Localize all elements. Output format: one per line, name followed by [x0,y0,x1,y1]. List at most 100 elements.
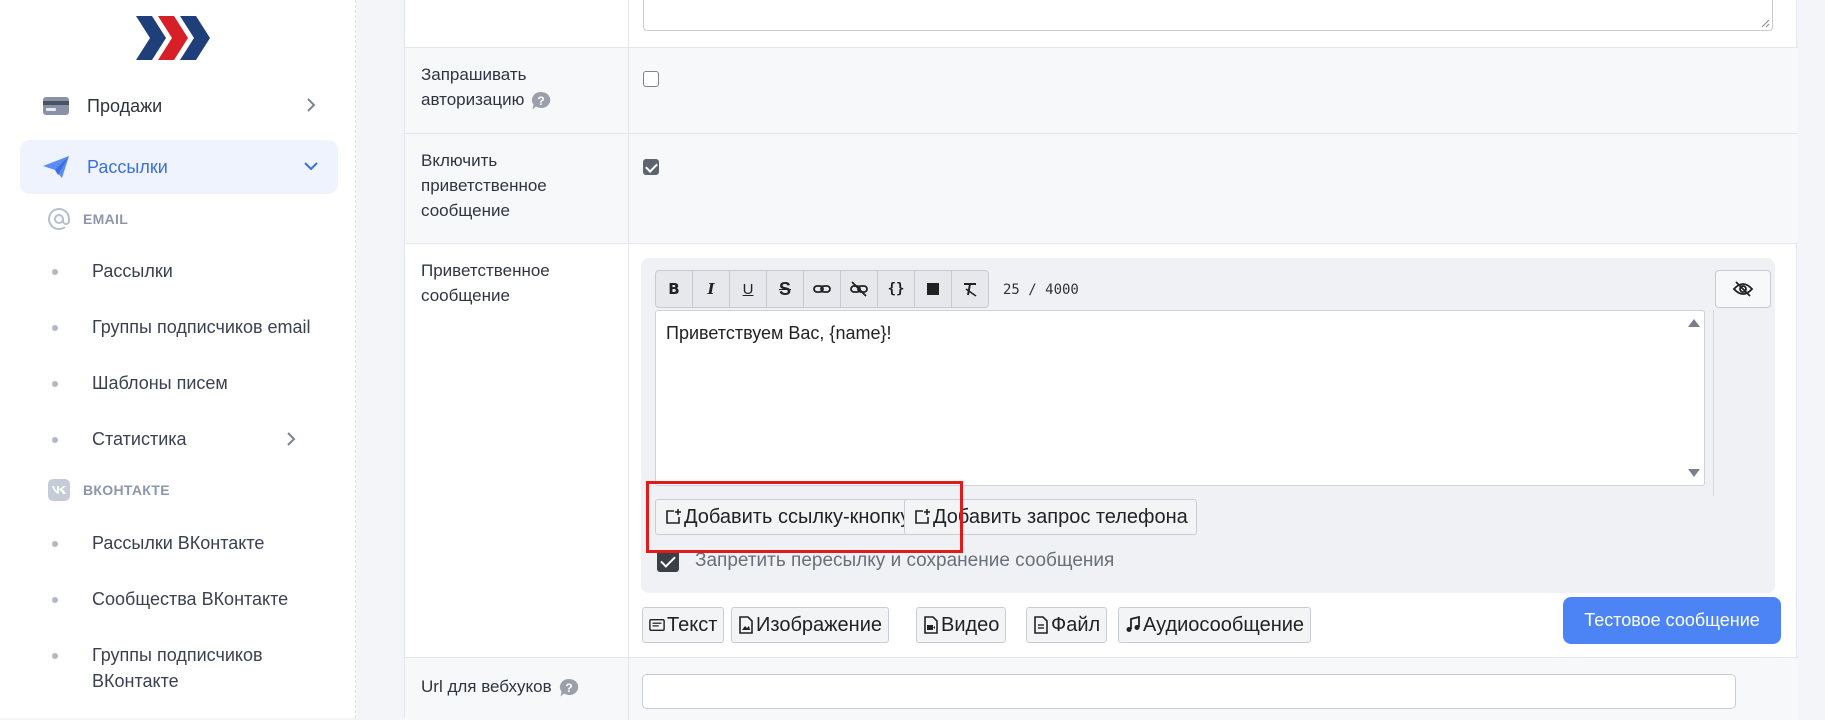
credit-card-icon [43,97,69,115]
italic-button[interactable]: I [692,270,730,308]
nav-item-sales[interactable]: Продажи [20,79,338,133]
code-button[interactable]: {} [877,270,915,308]
form-row-welcome-enable: Включить приветственное сообщение [405,134,1798,244]
welcome-enable-label: Включить приветственное сообщение [421,151,547,220]
sidebar-item-label: Шаблоны писем [92,373,228,393]
bullet [52,437,58,443]
nav-item-mailings[interactable]: Рассылки [20,140,338,194]
ask-auth-label: Запрашивать авторизацию [421,65,527,109]
test-message-button[interactable]: Тестовое сообщение [1563,597,1781,644]
char-counter: 25 / 4000 [1003,282,1079,298]
label-cell: Приветственное сообщение [405,244,629,657]
label-cell: Url для вебхуков ? [405,658,629,720]
button-label: Аудиосообщение [1143,613,1305,636]
welcome-message-label: Приветственное сообщение [421,261,550,305]
previous-textarea[interactable] [643,0,1773,31]
svg-text:?: ? [565,681,572,695]
type-audio-button[interactable]: Аудиосообщение [1118,607,1312,643]
link-button[interactable] [803,270,841,308]
underline-icon: U [742,280,754,298]
unlink-button[interactable] [840,270,878,308]
sidebar-item-label: Группы подписчиков email [92,317,311,337]
button-label: Видео [941,613,1000,636]
clear-format-icon [964,283,977,297]
message-textarea[interactable]: Приветствуем Вас, {name}! [655,310,1705,486]
preview-toggle-button[interactable] [1715,270,1771,308]
button-label: Добавить запрос телефона [933,505,1188,528]
video-file-icon [924,616,938,634]
sidebar: Продажи Рассылки EMAIL Рассылки Группы п… [0,0,356,718]
bullet [52,269,58,275]
form-row-ask-auth: Запрашивать авторизацию ? [405,48,1798,134]
link-icon [813,285,831,293]
text-icon [649,618,665,632]
editor-toolbar: B I U S {} [655,270,989,308]
underline-button[interactable]: U [729,270,767,308]
forbid-forward-label: Запретить пересылку и сохранение сообщен… [695,550,1115,571]
webhook-label: Url для вебхуков [421,677,552,696]
sidebar-item-label: Группы подписчиков ВКонтакте [92,645,263,691]
block-icon [927,283,939,295]
help-icon[interactable]: ? [558,677,580,699]
label-cell [405,0,629,47]
section-label: ВКОНТАКТЕ [83,482,170,498]
logo[interactable] [136,16,216,60]
button-label: Файл [1051,613,1101,636]
strikethrough-icon: S [778,278,791,299]
form-row-welcome-message: Приветственное сообщение B I U S {} 25 /… [405,244,1798,658]
code-icon: {} [887,281,905,297]
message-text: Приветствуем Вас, {name}! [666,323,892,343]
label-cell: Запрашивать авторизацию ? [405,48,629,133]
bullet [52,325,58,331]
forbid-forward-option[interactable]: Запретить пересылку и сохранение сообщен… [657,550,1114,572]
type-file-button[interactable]: Файл [1026,607,1108,643]
sidebar-item-label: Сообщества ВКонтакте [92,589,289,609]
clear-format-button[interactable] [951,270,989,308]
webhook-url-input[interactable] [642,674,1736,709]
form-row-webhook: Url для вебхуков ? [405,658,1798,720]
nav-label: Продажи [87,95,163,116]
bullet [52,381,58,387]
bullet [52,653,58,659]
preview-divider [1713,310,1719,496]
italic-icon: I [707,280,715,298]
sidebar-item-label: Рассылки ВКонтакте [92,533,265,553]
bold-icon: B [668,280,680,298]
at-sign-icon [48,208,70,230]
bullet [52,541,58,547]
label-cell: Включить приветственное сообщение [405,134,629,243]
ask-auth-checkbox[interactable] [643,71,659,87]
type-video-button[interactable]: Видео [916,607,1007,643]
eye-slash-icon [1732,281,1754,297]
chevron-down-icon [304,162,318,171]
vk-icon [48,479,70,501]
strikethrough-button[interactable]: S [766,270,804,308]
highlight-box [646,481,963,553]
sidebar-item-label: Рассылки [92,261,173,281]
type-text-button[interactable]: Текст [642,607,725,643]
chevron-right-icon [287,432,296,446]
button-label: Текст [667,613,718,636]
section-title-email: EMAIL [47,207,128,231]
section-label: EMAIL [83,211,129,227]
scroll-up-arrow[interactable] [1688,319,1700,327]
svg-text:?: ? [538,94,545,108]
scroll-down-arrow[interactable] [1688,469,1700,477]
type-image-button[interactable]: Изображение [731,607,889,643]
nav-label: Рассылки [87,156,168,177]
paper-plane-icon [43,156,69,178]
button-label: Изображение [756,613,882,636]
bold-button[interactable]: B [655,270,693,308]
resize-grip-icon[interactable] [1760,18,1770,28]
block-button[interactable] [914,270,952,308]
section-title-vk: ВКОНТАКТЕ [47,478,170,502]
field-label: Url для вебхуков ? [421,674,621,699]
welcome-enable-checkbox[interactable] [643,159,659,175]
music-note-icon [1126,616,1140,632]
help-icon[interactable]: ? [530,90,552,112]
forbid-forward-checkbox[interactable] [657,550,679,572]
form-row-previous [405,0,1798,48]
bullet [52,597,58,603]
file-icon [1034,616,1048,634]
chevron-right-icon [307,98,316,112]
